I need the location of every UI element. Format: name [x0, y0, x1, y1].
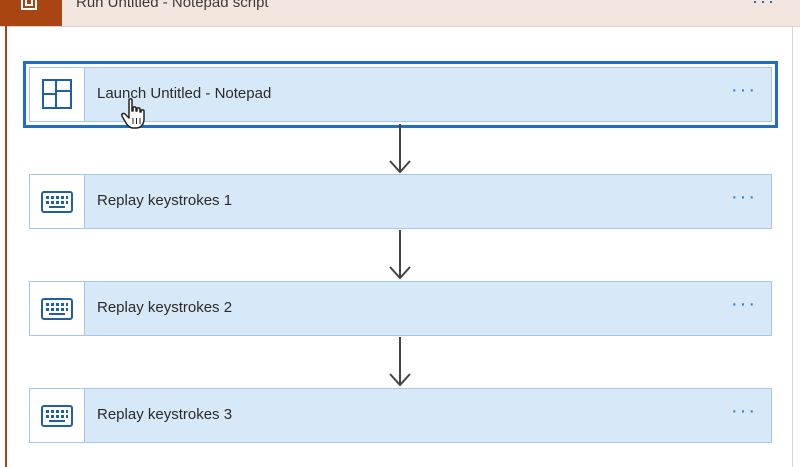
- step-icon-box: [30, 282, 85, 335]
- container-more-options-button[interactable]: ···: [752, 0, 776, 12]
- script-icon: [0, 0, 62, 26]
- keyboard-icon: [41, 298, 73, 320]
- step-card-replay-keystrokes-3[interactable]: Replay keystrokes 3 ···: [29, 388, 772, 443]
- step-more-options-button[interactable]: ···: [731, 187, 757, 207]
- step-card-replay-keystrokes-2[interactable]: Replay keystrokes 2 ···: [29, 281, 772, 336]
- keyboard-icon: [41, 191, 73, 213]
- step-icon-box: [30, 389, 85, 442]
- step-more-options-button[interactable]: ···: [731, 294, 757, 314]
- container-step-title: Run Untitled - Notepad script: [76, 0, 269, 11]
- connector-arrow-icon: [389, 230, 411, 280]
- container-left-border: [5, 26, 7, 467]
- step-label: Replay keystrokes 3: [97, 406, 233, 423]
- step-icon-box: [30, 68, 85, 121]
- step-more-options-button[interactable]: ···: [731, 80, 757, 100]
- step-label: Replay keystrokes 1: [97, 192, 233, 209]
- window-layout-icon: [42, 79, 72, 109]
- connector-arrow-icon: [389, 124, 411, 174]
- step-icon-box: [30, 175, 85, 228]
- step-label: Replay keystrokes 2: [97, 299, 233, 316]
- keyboard-icon: [41, 405, 73, 427]
- hand-pointer-cursor-icon: [121, 98, 145, 129]
- container-right-border: [792, 26, 793, 467]
- step-card-replay-keystrokes-1[interactable]: Replay keystrokes 1 ···: [29, 174, 772, 229]
- connector-arrow-icon: [389, 337, 411, 387]
- step-more-options-button[interactable]: ···: [731, 401, 757, 421]
- container-step-header[interactable]: Run Untitled - Notepad script ···: [0, 0, 800, 27]
